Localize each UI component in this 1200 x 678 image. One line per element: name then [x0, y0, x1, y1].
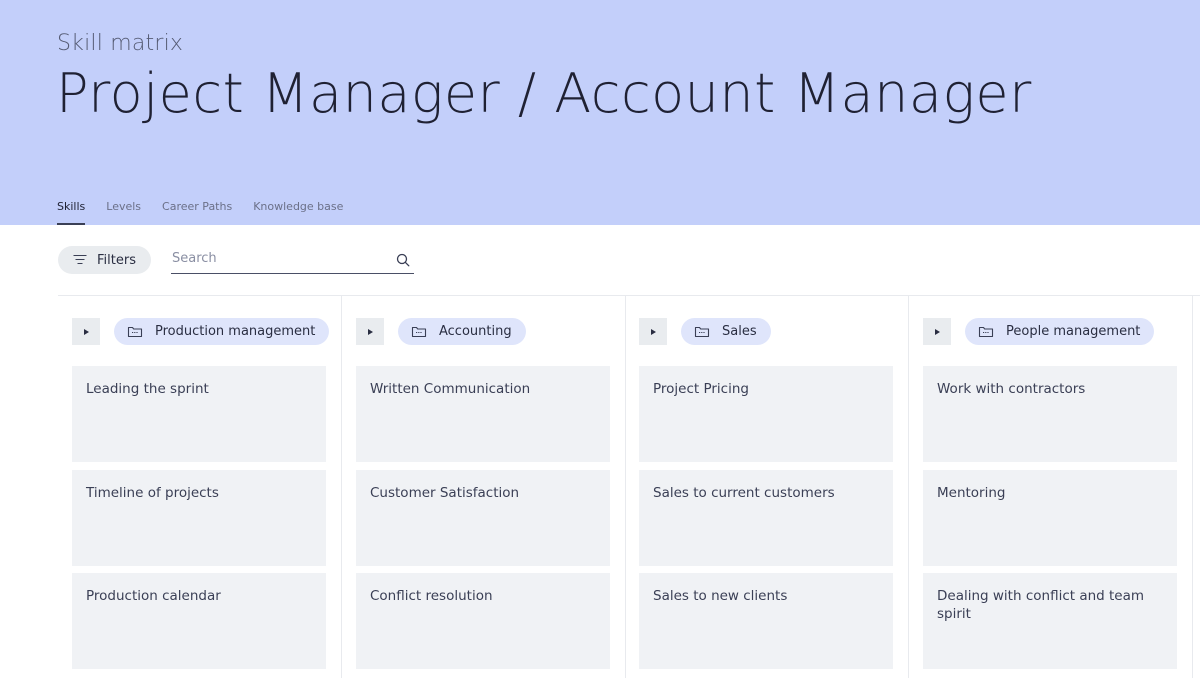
skill-column-production-management: Production management Leading the sprint… — [58, 296, 342, 678]
skill-card[interactable]: Sales to new clients — [639, 573, 893, 669]
tab-knowledge-base[interactable]: Knowledge base — [253, 200, 343, 225]
category-label: People management — [1006, 324, 1141, 339]
filters-button[interactable]: Filters — [58, 246, 151, 274]
expand-toggle-button[interactable] — [356, 318, 384, 345]
search-icon[interactable] — [396, 253, 410, 267]
category-chip[interactable]: Sales — [681, 318, 771, 345]
skill-card[interactable]: Written Communication — [356, 366, 610, 462]
skill-card[interactable]: Timeline of projects — [72, 470, 326, 566]
column-header: Accounting — [356, 318, 526, 345]
skill-card[interactable]: Dealing with conflict and team spirit — [923, 573, 1177, 669]
category-chip[interactable]: People management — [965, 318, 1155, 345]
page-subtitle: Skill matrix — [57, 31, 184, 56]
skill-column-sales: Sales Project Pricing Sales to current c… — [625, 296, 909, 678]
page-title: Project Manager / Account Manager — [56, 62, 1032, 125]
tab-levels[interactable]: Levels — [106, 200, 141, 225]
skill-card[interactable]: Production calendar — [72, 573, 326, 669]
folder-icon — [978, 326, 994, 338]
filters-label: Filters — [97, 252, 136, 268]
category-chip[interactable]: Production management — [114, 318, 330, 345]
expand-toggle-button[interactable] — [639, 318, 667, 345]
category-label: Accounting — [439, 324, 512, 339]
filter-icon — [73, 255, 87, 265]
column-header: Sales — [639, 318, 771, 345]
folder-icon — [694, 326, 710, 338]
column-header: Production management — [72, 318, 330, 345]
folder-icon — [411, 326, 427, 338]
category-label: Production management — [155, 324, 316, 339]
page-header: Skill matrix Project Manager / Account M… — [0, 0, 1200, 225]
expand-toggle-button[interactable] — [923, 318, 951, 345]
category-chip[interactable]: Accounting — [398, 318, 526, 345]
search-input[interactable] — [171, 245, 386, 271]
skills-board: Production management Leading the sprint… — [58, 295, 1200, 678]
skill-column-people-management: People management Work with contractors … — [909, 296, 1193, 678]
expand-toggle-button[interactable] — [72, 318, 100, 345]
column-header: People management — [923, 318, 1155, 345]
tab-career-paths[interactable]: Career Paths — [162, 200, 232, 225]
skill-card[interactable]: Conflict resolution — [356, 573, 610, 669]
category-label: Sales — [722, 324, 757, 339]
tab-bar: Skills Levels Career Paths Knowledge bas… — [57, 200, 343, 225]
tab-skills[interactable]: Skills — [57, 200, 86, 225]
search-box — [171, 245, 414, 274]
skill-card[interactable]: Work with contractors — [923, 366, 1177, 462]
skill-card[interactable]: Leading the sprint — [72, 366, 326, 462]
skill-card[interactable]: Mentoring — [923, 470, 1177, 566]
skill-card[interactable]: Customer Satisfaction — [356, 470, 610, 566]
skill-card[interactable]: Sales to current customers — [639, 470, 893, 566]
skill-card[interactable]: Project Pricing — [639, 366, 893, 462]
skill-column-accounting: Accounting Written Communication Custome… — [342, 296, 626, 678]
folder-icon — [127, 326, 143, 338]
